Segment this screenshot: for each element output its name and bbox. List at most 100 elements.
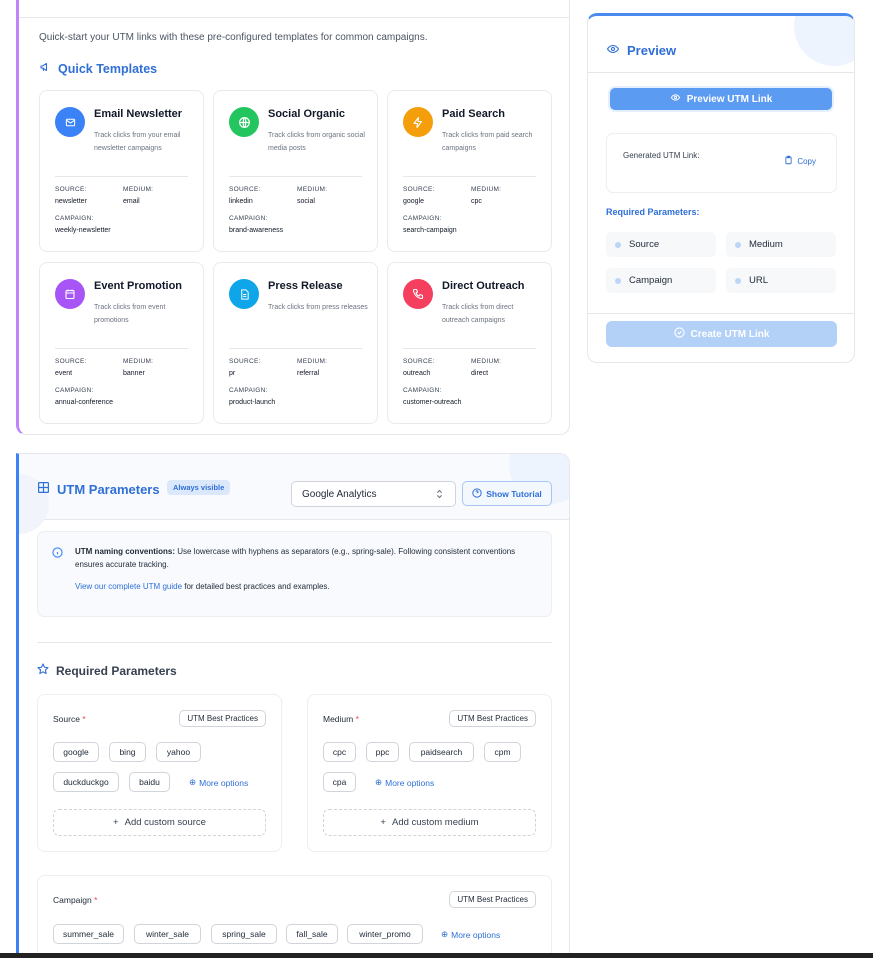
template-card-direct-outreach[interactable]: Direct Outreach Track clicks from direct … — [387, 262, 552, 424]
plus-circle-icon: ⊕ — [189, 777, 197, 787]
add-custom-medium-button[interactable]: + Add custom medium — [323, 809, 536, 836]
help-circle-icon — [472, 487, 482, 500]
template-description: Track clicks from direct outreach campai… — [442, 304, 514, 324]
template-description: Track clicks from your email newsletter … — [94, 132, 181, 152]
template-card-social-organic[interactable]: Social Organic Track clicks from organic … — [213, 90, 378, 252]
campaign-value: search-campaign — [403, 227, 457, 234]
template-card-press-release[interactable]: Press Release Track clicks from press rel… — [213, 262, 378, 424]
copy-button[interactable]: Copy — [784, 155, 816, 167]
utm-guide-link[interactable]: View our complete UTM guide — [75, 582, 182, 591]
preview-utm-link-button[interactable]: Preview UTM Link — [610, 88, 832, 110]
eye-icon — [606, 43, 620, 58]
utm-best-practices-button[interactable]: UTM Best Practices — [449, 710, 536, 727]
campaign-chip[interactable]: summer_sale — [53, 924, 124, 944]
source-chip[interactable]: baidu — [129, 772, 170, 792]
required-parameters-title: Required Parameters: — [606, 207, 700, 217]
megaphone-icon — [39, 61, 52, 76]
template-title: Press Release — [268, 280, 343, 292]
campaign-key: CAMPAIGN: — [55, 387, 94, 394]
campaign-value: annual-conference — [55, 399, 113, 406]
source-chip[interactable]: yahoo — [156, 742, 201, 762]
template-card-email-newsletter[interactable]: Email Newsletter Track clicks from your e… — [39, 90, 204, 252]
medium-chip[interactable]: ppc — [366, 742, 399, 762]
source-chip[interactable]: duckduckgo — [53, 772, 119, 792]
generated-link-box: Generated UTM Link: Copy — [606, 133, 837, 193]
source-key: SOURCE: — [55, 358, 87, 365]
preview-card: Preview Preview UTM Link Generated UTM L… — [587, 13, 855, 363]
templates-card: Quick-start your UTM links with these pr… — [16, 0, 570, 435]
divider — [19, 17, 569, 18]
template-title: Paid Search — [442, 108, 505, 120]
campaign-chip[interactable]: fall_sale — [286, 924, 338, 944]
medium-key: MEDIUM: — [123, 358, 154, 365]
bolt-icon — [403, 107, 433, 137]
more-options-button[interactable]: ⊕ More options — [189, 777, 248, 788]
campaign-value: weekly-newsletter — [55, 227, 111, 234]
required-pill-url: URL — [726, 268, 836, 293]
more-options-button[interactable]: ⊕ More options — [441, 929, 500, 940]
template-title: Social Organic — [268, 108, 346, 120]
quick-templates-heading: Quick Templates — [39, 61, 157, 76]
platform-select[interactable]: Google Analytics — [291, 481, 456, 507]
add-custom-source-button[interactable]: + Add custom source — [53, 809, 266, 836]
source-chip[interactable]: bing — [109, 742, 146, 762]
source-value: pr — [229, 370, 236, 377]
medium-key: MEDIUM: — [297, 186, 328, 193]
template-card-event-promotion[interactable]: Event Promotion Track clicks from event p… — [39, 262, 204, 424]
required-pill-campaign: Campaign — [606, 268, 716, 293]
document-icon — [229, 279, 259, 309]
source-key: SOURCE: — [403, 358, 435, 365]
plus-icon: + — [113, 817, 119, 828]
template-description: Track clicks from event promotions — [94, 304, 166, 324]
source-chip[interactable]: google — [53, 742, 99, 762]
medium-key: MEDIUM: — [471, 186, 502, 193]
template-description: Track clicks from paid search campaigns — [442, 132, 533, 152]
create-utm-link-button[interactable]: Create UTM Link — [606, 321, 837, 347]
generated-link-label: Generated UTM Link: — [623, 151, 700, 160]
campaign-value: product-launch — [229, 399, 276, 406]
source-value: google — [403, 198, 425, 205]
template-title: Event Promotion — [94, 280, 183, 292]
eye-icon — [670, 93, 681, 105]
campaign-chip[interactable]: winter_sale — [134, 924, 201, 944]
source-key: SOURCE: — [229, 186, 261, 193]
source-value: event — [55, 370, 73, 377]
phone-icon — [403, 279, 433, 309]
medium-chip[interactable]: cpm — [484, 742, 521, 762]
calendar-icon — [55, 279, 85, 309]
medium-value: cpc — [471, 198, 482, 205]
medium-value: social — [297, 198, 315, 205]
more-options-button[interactable]: ⊕ More options — [375, 777, 434, 788]
source-value: linkedin — [229, 198, 253, 205]
campaign-parameter-box: Campaign * UTM Best Practices summer_sal… — [37, 875, 552, 958]
show-tutorial-button[interactable]: Show Tutorial — [462, 481, 552, 506]
star-icon — [37, 663, 49, 678]
medium-chip[interactable]: cpa — [323, 772, 356, 792]
preview-heading: Preview — [606, 43, 676, 58]
utm-best-practices-button[interactable]: UTM Best Practices — [179, 710, 266, 727]
utm-best-practices-button[interactable]: UTM Best Practices — [449, 891, 536, 908]
campaign-key: CAMPAIGN: — [55, 215, 94, 222]
medium-chip[interactable]: paidsearch — [409, 742, 474, 762]
source-label: Source — [53, 714, 80, 724]
campaign-label: Campaign — [53, 895, 92, 905]
required-parameters-heading: Required Parameters — [37, 663, 177, 678]
preview-title: Preview — [627, 43, 677, 58]
plus-icon: + — [380, 817, 386, 828]
campaign-key: CAMPAIGN: — [403, 215, 442, 222]
medium-label: Medium — [323, 714, 354, 724]
medium-chip[interactable]: cpc — [323, 742, 356, 762]
medium-key: MEDIUM: — [123, 186, 154, 193]
source-key: SOURCE: — [403, 186, 435, 193]
medium-value: direct — [471, 370, 489, 377]
template-description: Track clicks from organic social media p… — [268, 132, 365, 152]
utm-parameters-card: UTM Parameters Always visible Google Ana… — [16, 453, 570, 958]
globe-icon — [229, 107, 259, 137]
template-card-paid-search[interactable]: Paid Search Track clicks from paid search… — [387, 90, 552, 252]
campaign-chip[interactable]: spring_sale — [211, 924, 277, 944]
mail-icon — [55, 107, 85, 137]
template-description: Track clicks from press releases — [268, 304, 368, 311]
campaign-chip[interactable]: winter_promo — [347, 924, 423, 944]
template-title: Direct Outreach — [442, 280, 525, 292]
campaign-value: brand-awareness — [229, 227, 284, 234]
